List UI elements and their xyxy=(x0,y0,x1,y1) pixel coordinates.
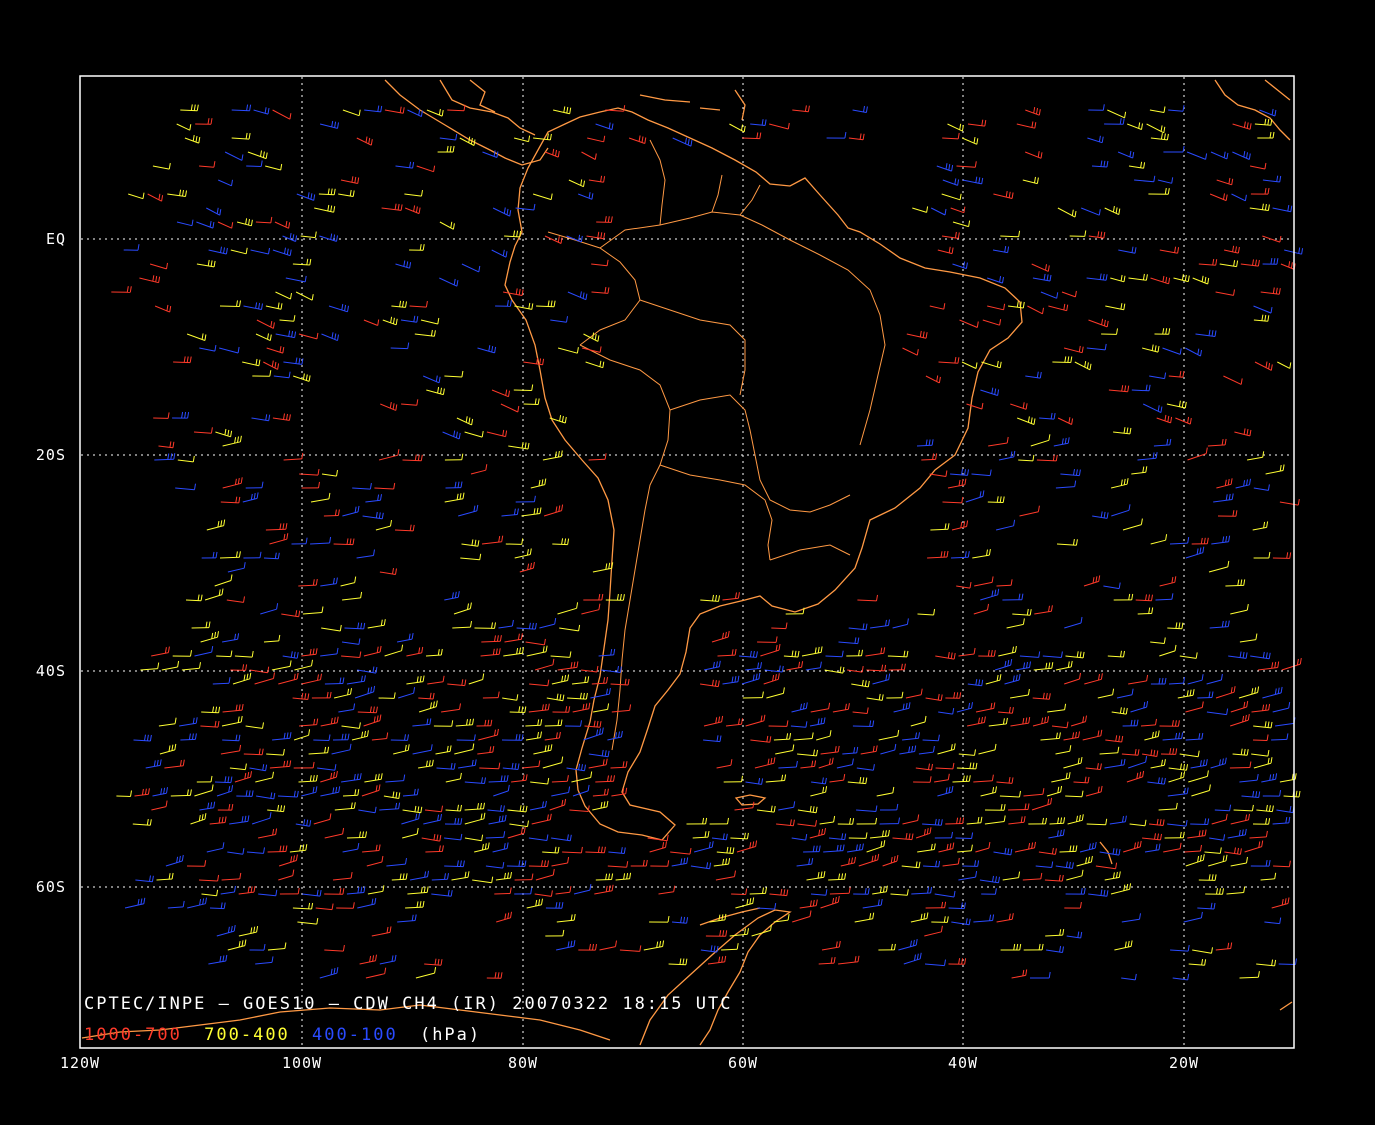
legend-mid-layer: 700-400 xyxy=(204,1025,290,1045)
wind-barb xyxy=(513,389,532,391)
wind-map: 120W 100W 80W 60W 40W 20W EQ 20S 40S 60S CPTEC/IN… xyxy=(0,0,1375,1125)
wind-barb xyxy=(1252,739,1268,741)
lon-tick-label: 40W xyxy=(948,1054,978,1072)
wind-barb xyxy=(1271,738,1287,741)
wind-barb xyxy=(825,655,843,658)
wind-barb xyxy=(216,655,231,658)
wind-barb xyxy=(116,795,131,797)
wind-barb xyxy=(731,893,746,895)
wind-barb xyxy=(1008,809,1029,811)
wind-barb xyxy=(948,907,965,910)
wind-barb xyxy=(185,599,202,602)
wind-barb xyxy=(922,739,939,742)
lat-tick-label: 60S xyxy=(36,878,66,896)
lon-tick-label: 80W xyxy=(508,1054,538,1072)
wind-barb xyxy=(1137,613,1152,615)
legend-low-layer: 1000-700 xyxy=(84,1025,182,1045)
wind-barb xyxy=(1059,850,1076,853)
wind-barb xyxy=(552,543,568,546)
wind-barb xyxy=(1273,865,1290,868)
wind-barb xyxy=(1065,795,1083,798)
wind-barb xyxy=(479,767,499,770)
wind-barb xyxy=(1229,767,1250,769)
lat-tick-label: 20S xyxy=(36,446,66,464)
wind-barb xyxy=(323,515,339,517)
wind-barb xyxy=(1135,599,1152,602)
wind-barb xyxy=(1214,809,1230,812)
legend-high-layer: 400-100 xyxy=(312,1025,398,1045)
wind-barb xyxy=(749,892,766,895)
wind-barb xyxy=(1167,627,1182,630)
wind-barb xyxy=(1197,697,1213,699)
lon-tick-label: 20W xyxy=(1169,1054,1199,1072)
legend-units: (hPa) xyxy=(420,1025,481,1045)
wind-barb xyxy=(987,501,1004,503)
wind-barb xyxy=(828,878,845,881)
wind-barb xyxy=(955,837,972,839)
wind-barb xyxy=(214,781,231,784)
wind-barb xyxy=(1049,822,1064,825)
pressure-legend: 1000-700 700-400 400-100 (hPa) xyxy=(84,1025,481,1045)
wind-barb xyxy=(588,458,606,461)
wind-barb xyxy=(523,403,539,405)
wind-barb xyxy=(391,878,407,881)
lat-tick-label: EQ xyxy=(46,230,66,248)
wind-barb xyxy=(921,458,936,461)
lon-tick-label: 100W xyxy=(282,1054,322,1072)
wind-barb xyxy=(246,165,262,167)
wind-barb xyxy=(209,907,225,910)
map-title: CPTEC/INPE — GOES10 — CDW CH4 (IR) 20070… xyxy=(84,994,732,1014)
wind-barb xyxy=(1155,598,1172,601)
lat-tick-label: 40S xyxy=(36,662,66,680)
wind-barb xyxy=(313,739,330,741)
wind-barb xyxy=(1278,963,1296,965)
wind-barb xyxy=(771,627,787,630)
wind-barb xyxy=(595,879,612,881)
lon-tick-label: 60W xyxy=(728,1054,758,1072)
wind-barb xyxy=(544,725,562,727)
lon-tick-label: 120W xyxy=(60,1054,100,1072)
wind-barb xyxy=(509,711,525,713)
wind-barb xyxy=(494,893,511,895)
wind-barb xyxy=(390,347,408,350)
wind-barb xyxy=(916,444,933,447)
wind-barb xyxy=(996,584,1012,587)
wind-barb xyxy=(180,738,196,741)
